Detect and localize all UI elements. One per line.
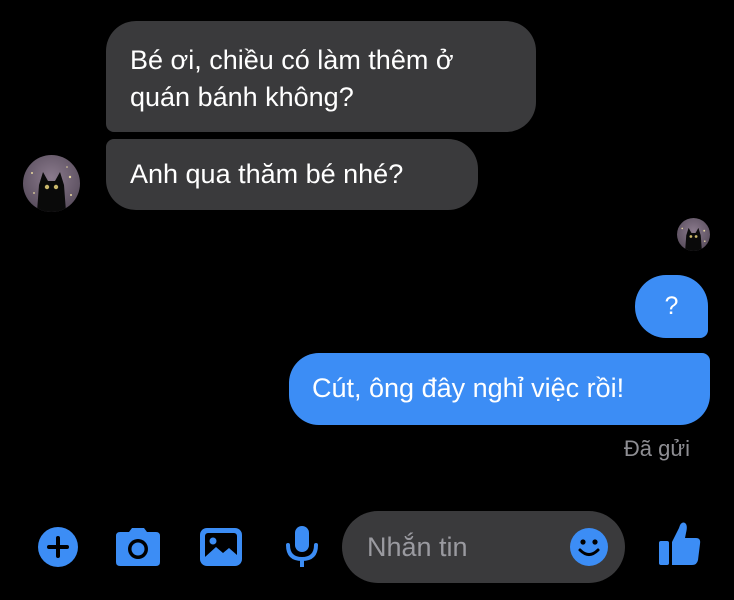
thumbs-up-icon [659, 522, 701, 565]
image-icon [200, 528, 242, 566]
contact-avatar[interactable] [23, 155, 80, 212]
read-receipt-avatar [677, 218, 710, 251]
message-text: Cút, ông đây nghỉ việc rồi! [312, 373, 625, 403]
message-input-container[interactable] [342, 511, 625, 583]
plus-icon [38, 527, 78, 567]
microphone-icon [286, 526, 318, 567]
voice-button[interactable] [279, 524, 325, 570]
like-button[interactable] [657, 520, 703, 566]
camera-icon [116, 528, 160, 566]
message-text: Anh qua thăm bé nhé? [130, 159, 404, 189]
add-button[interactable] [35, 524, 81, 570]
incoming-message[interactable]: Anh qua thăm bé nhé? [106, 139, 478, 210]
camera-button[interactable] [115, 524, 161, 570]
message-text: Bé ơi, chiều có làm thêm ở quán bánh khô… [130, 45, 454, 112]
message-input[interactable] [367, 529, 567, 565]
emoji-icon [570, 528, 608, 566]
black-cat-icon [681, 227, 706, 251]
incoming-message[interactable]: Bé ơi, chiều có làm thêm ở quán bánh khô… [106, 21, 536, 132]
outgoing-message[interactable]: Cút, ông đây nghỉ việc rồi! [289, 353, 710, 425]
emoji-button[interactable] [569, 527, 609, 567]
message-text: ? [664, 292, 679, 320]
black-cat-icon [31, 166, 72, 212]
gallery-button[interactable] [198, 524, 244, 570]
outgoing-message[interactable]: ? [635, 275, 708, 338]
message-status: Đã gửi [623, 436, 690, 461]
